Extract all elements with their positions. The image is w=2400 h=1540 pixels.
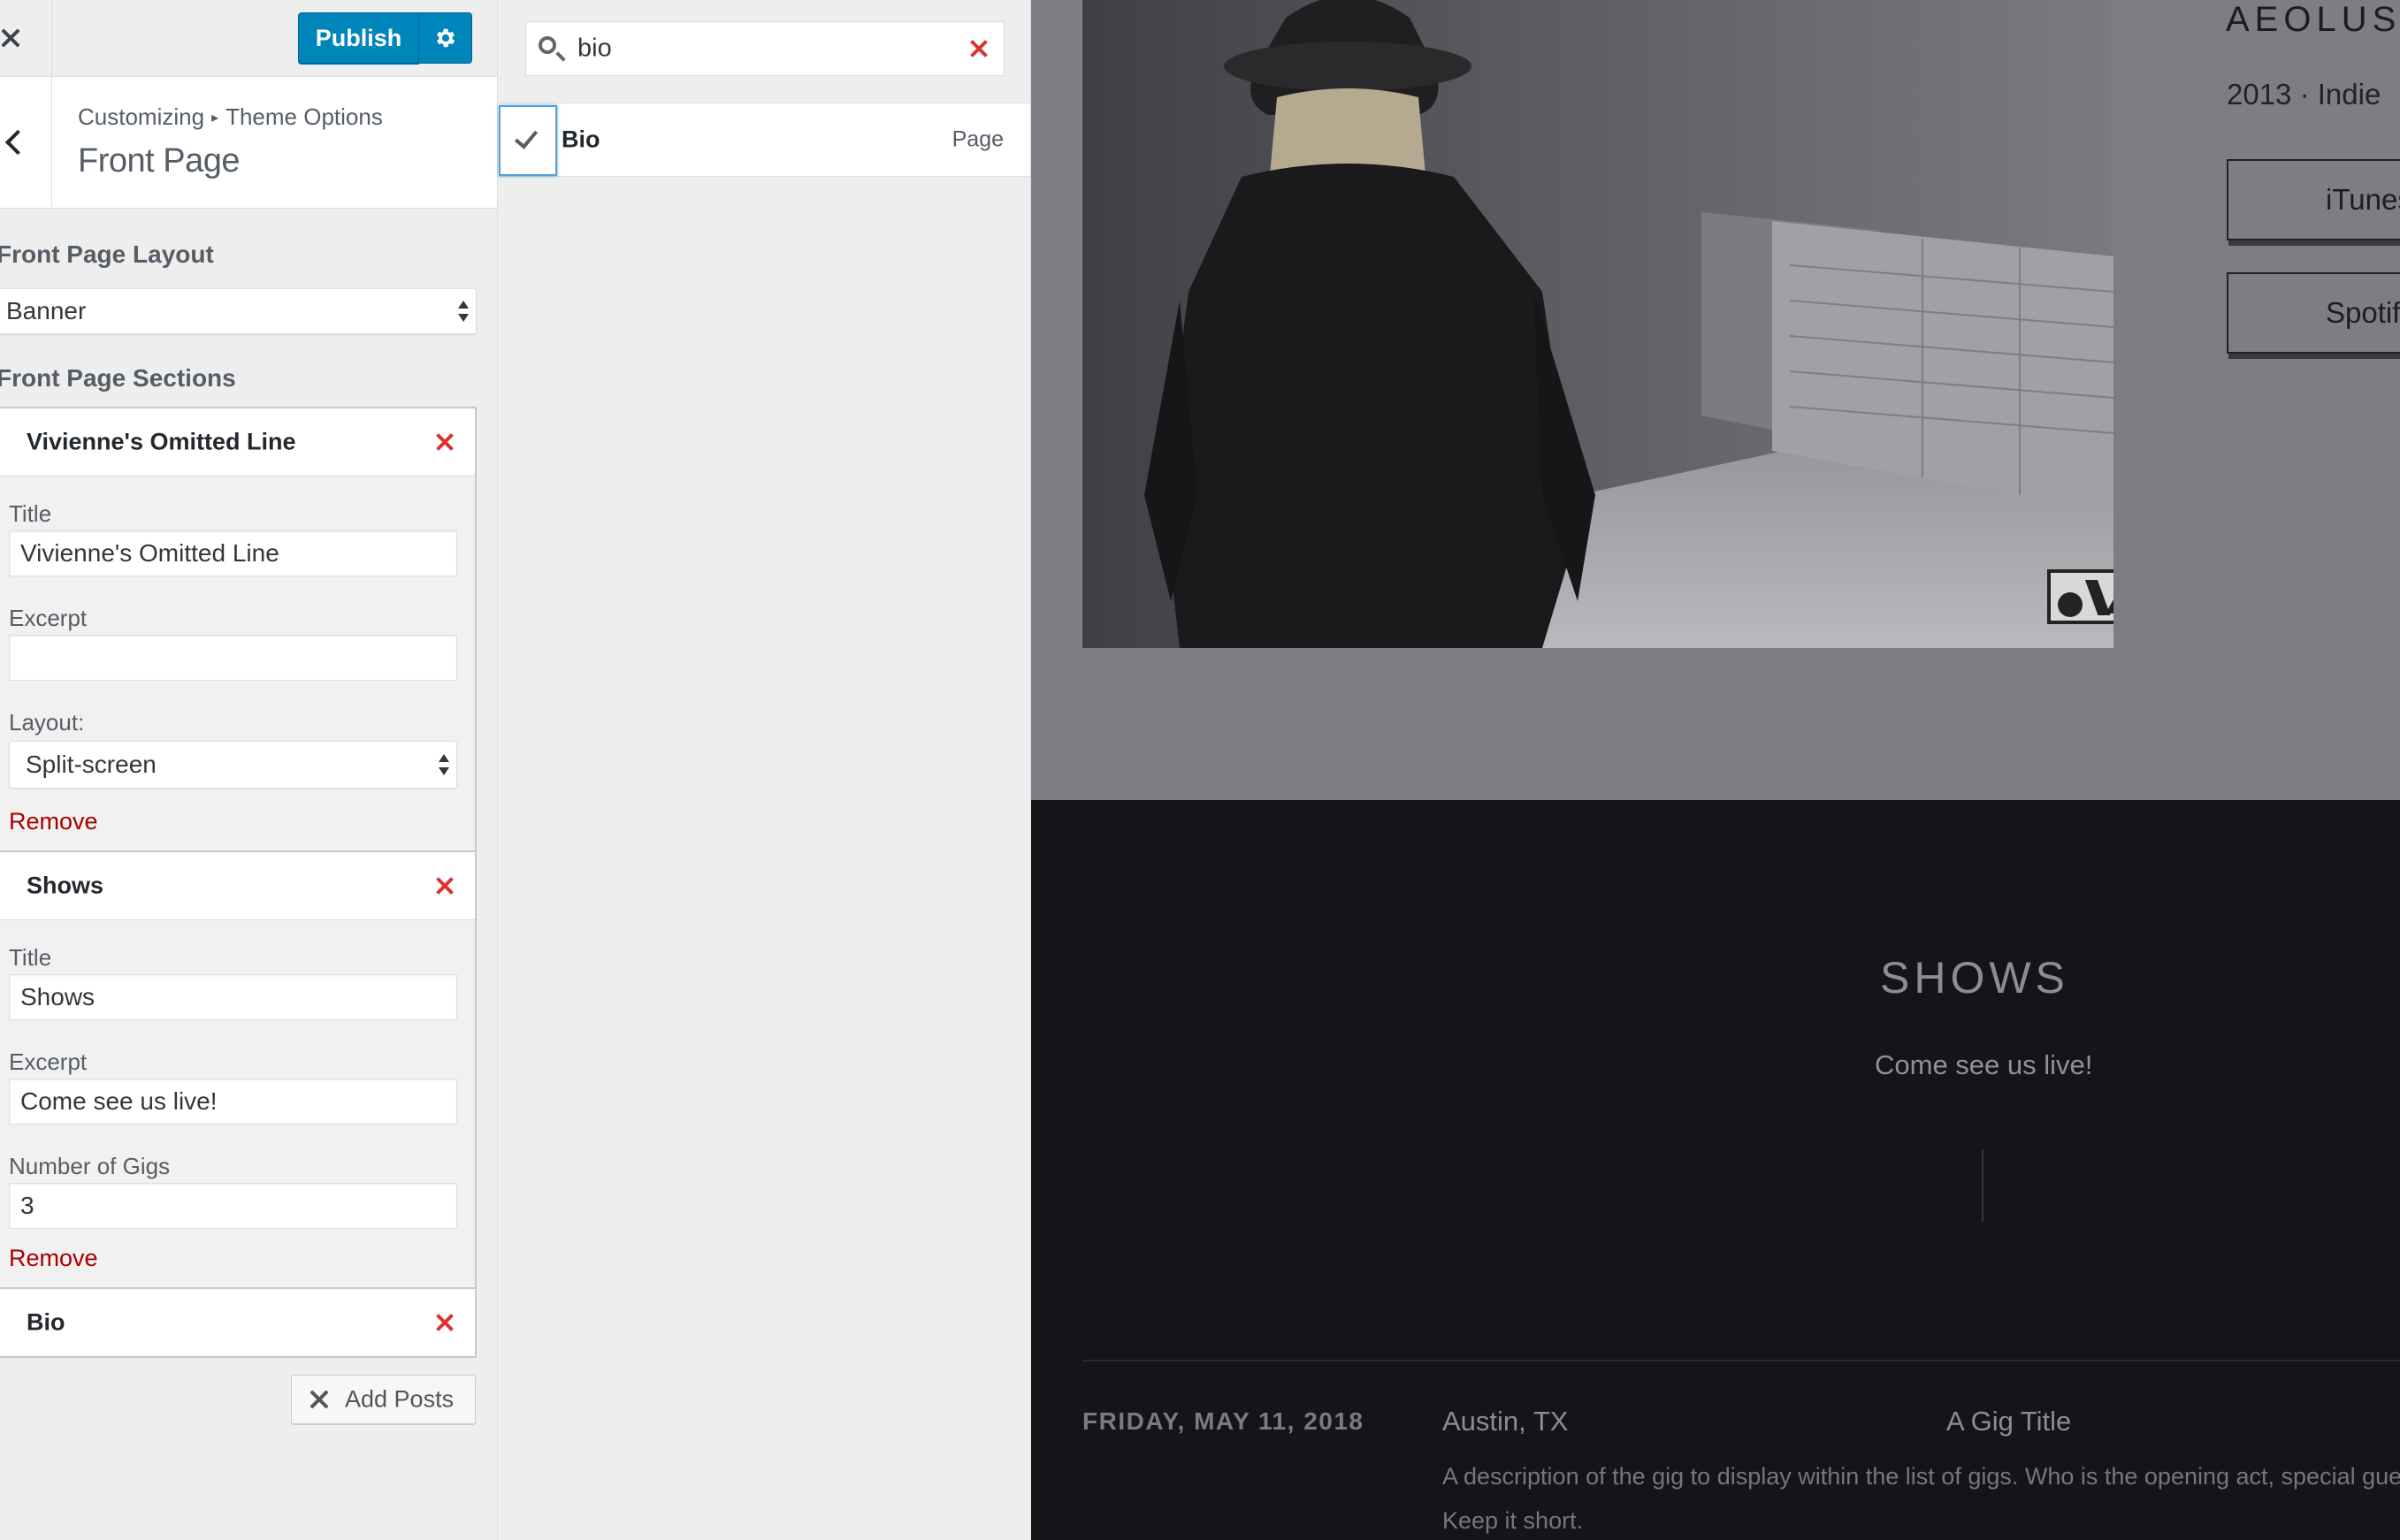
gig-title[interactable]: A Gig Title: [1946, 1406, 2071, 1437]
number-of-gigs-value: 3: [20, 1192, 34, 1219]
breadcrumb: Customizing ▸ Theme Options: [78, 103, 383, 131]
add-posts-button[interactable]: Add Posts: [291, 1375, 476, 1424]
label-logo-icon: [2047, 569, 2113, 624]
front-page-layout-heading: Front Page Layout: [0, 240, 214, 268]
search-input-value: bio: [577, 34, 612, 63]
front-page-layout-value: Banner: [6, 297, 87, 324]
section-panel-header[interactable]: Vivienne's Omitted Line: [0, 408, 475, 476]
available-items-panel: bio Bio Page: [498, 0, 1031, 1540]
title-input-value: Vivienne's Omitted Line: [20, 539, 279, 567]
section-panel-header[interactable]: Shows: [0, 852, 475, 920]
breadcrumb-customizing: Customizing: [78, 103, 205, 130]
selected-checkbox[interactable]: [499, 105, 557, 176]
section-panel-bio: Bio: [0, 1287, 477, 1358]
search-icon: [539, 36, 556, 54]
number-of-gigs-label: Number of Gigs: [9, 1153, 171, 1179]
remove-link[interactable]: Remove: [9, 808, 98, 835]
album-photo-graphic: [1082, 0, 2113, 648]
remove-link[interactable]: Remove: [9, 1245, 98, 1272]
customizer-sidebar: Publish Customizing ▸ Theme Options Front …: [0, 0, 498, 1540]
title-label: Title: [9, 500, 52, 527]
layout-label: Layout:: [9, 709, 85, 736]
title-input[interactable]: Vivienne's Omitted Line: [9, 530, 457, 576]
remove-section-icon[interactable]: [436, 1314, 454, 1331]
gig-location: Austin, TX: [1442, 1406, 1569, 1437]
excerpt-label: Excerpt: [9, 605, 88, 631]
section-panel-title: Shows: [27, 872, 104, 899]
gig-description-line: A description of the gig to display with…: [1442, 1463, 2400, 1490]
section-layout-value: Split-screen: [26, 751, 157, 778]
close-customizer-button[interactable]: [0, 0, 52, 76]
shows-divider: [1982, 1149, 1983, 1222]
excerpt-input-value: Come see us live!: [20, 1087, 218, 1115]
close-icon: [310, 1390, 329, 1409]
publish-settings-button[interactable]: [418, 12, 472, 64]
remove-section-icon[interactable]: [436, 433, 454, 451]
itunes-label: iTunes: [2326, 183, 2400, 216]
front-page-layout-select[interactable]: Banner: [0, 288, 477, 334]
chevron-left-icon: [4, 129, 31, 156]
section-title: Front Page: [78, 142, 241, 179]
section-panel-shows: Shows Title Shows Excerpt Come see us li…: [0, 850, 477, 1291]
shows-title: SHOWS: [1880, 953, 2069, 1003]
search-input[interactable]: bio: [525, 21, 1005, 76]
title-label: Title: [9, 944, 52, 971]
gig-description-line: Keep it short.: [1442, 1507, 1584, 1534]
title-input-value: Shows: [20, 983, 96, 1010]
result-type: Page: [952, 126, 1004, 152]
back-button[interactable]: [0, 77, 52, 208]
album-section: AEOLUS 2013 · Indie iTunes Spotify: [1031, 0, 2400, 800]
shows-excerpt: Come see us live!: [1875, 1049, 2093, 1080]
clear-search-icon[interactable]: [970, 40, 988, 57]
publish-button[interactable]: Publish: [298, 12, 419, 64]
result-title: Bio: [562, 126, 600, 153]
section-panel-title: Vivienne's Omitted Line: [27, 428, 296, 455]
section-panel-vivienne: Vivienne's Omitted Line Title Vivienne's…: [0, 407, 477, 854]
number-of-gigs-input[interactable]: 3: [9, 1183, 457, 1229]
gig-divider: [1082, 1360, 2400, 1361]
excerpt-input[interactable]: Come see us live!: [9, 1079, 457, 1125]
remove-section-icon[interactable]: [436, 877, 454, 895]
section-layout-select[interactable]: Split-screen: [9, 741, 457, 789]
search-result-item[interactable]: Bio Page: [498, 103, 1030, 177]
album-meta: 2013 · Indie: [2227, 78, 2381, 111]
gig-date: FRIDAY, MAY 11, 2018: [1082, 1407, 1364, 1435]
customizer-header-actions: Publish: [0, 0, 497, 77]
title-input[interactable]: Shows: [9, 974, 457, 1020]
select-arrows-icon: [439, 753, 449, 776]
breadcrumb-separator-icon: ▸: [211, 111, 219, 126]
section-header: Customizing ▸ Theme Options Front Page: [0, 77, 497, 209]
breadcrumb-theme-options: Theme Options: [225, 103, 383, 130]
gear-icon: [436, 28, 455, 48]
album-title: AEOLUS: [2226, 0, 2400, 39]
front-page-sections-heading: Front Page Sections: [0, 364, 236, 392]
close-icon: [1, 28, 20, 48]
itunes-button[interactable]: iTunes: [2227, 159, 2400, 240]
checkmark-icon: [514, 125, 539, 149]
section-panel-header[interactable]: Bio: [0, 1289, 475, 1356]
section-panel-title: Bio: [27, 1308, 65, 1336]
album-cover-image: [1082, 0, 2113, 648]
select-arrows-icon: [458, 300, 469, 323]
gig-description: A description of the gig to display with…: [1442, 1454, 2400, 1540]
spotify-button[interactable]: Spotify: [2227, 272, 2400, 354]
excerpt-label: Excerpt: [9, 1048, 88, 1075]
add-posts-label: Add Posts: [345, 1385, 455, 1413]
site-preview: AEOLUS 2013 · Indie iTunes Spotify SHOWS…: [1031, 0, 2400, 1540]
excerpt-input[interactable]: [9, 635, 457, 681]
spotify-label: Spotify: [2326, 296, 2400, 329]
